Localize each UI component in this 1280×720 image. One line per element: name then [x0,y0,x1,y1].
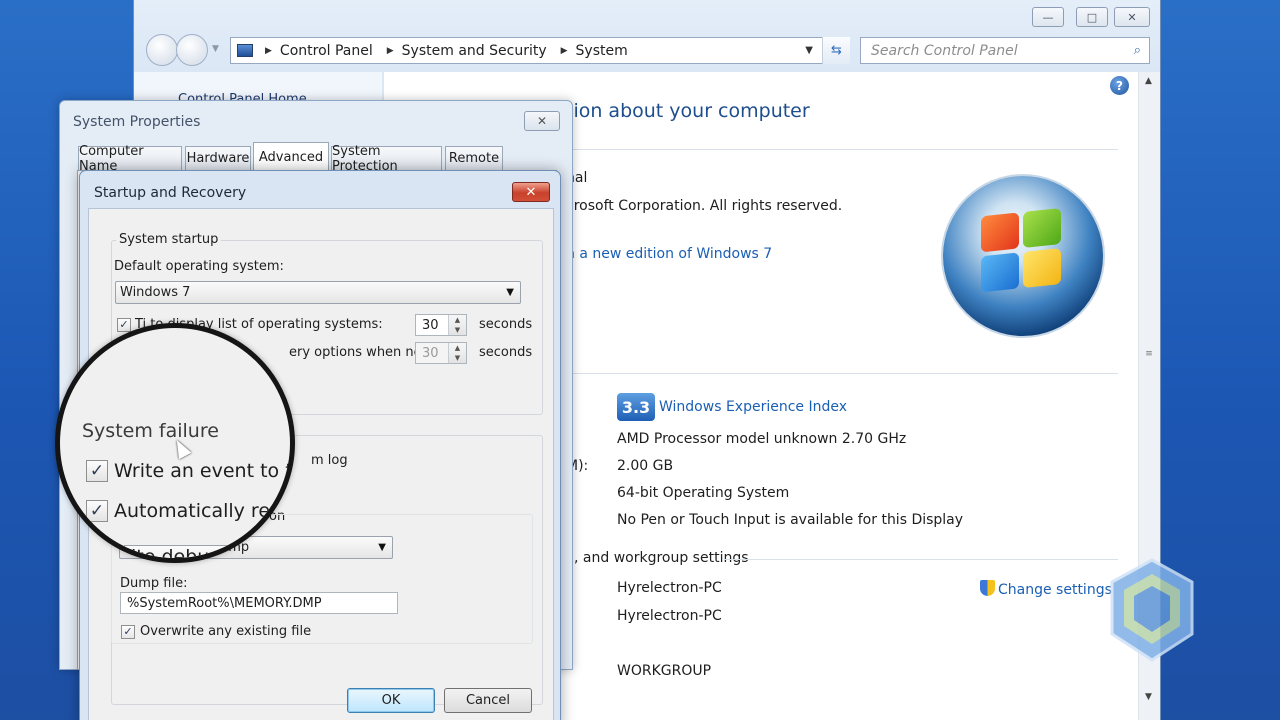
monitor-icon [237,44,253,57]
change-settings-label: Change settings [998,582,1112,598]
breadcrumb-control-panel[interactable]: Control Panel [280,43,373,59]
system-failure-title: System failure [82,420,219,442]
display-list-seconds[interactable]: 30 ▲ ▼ [415,314,467,336]
write-event-checkbox[interactable]: ✓ [86,460,108,482]
tab-remote[interactable]: Remote [445,146,503,170]
tab-advanced[interactable]: Advanced [253,142,329,171]
wei-link[interactable]: Windows Experience Index [659,399,847,415]
address-bar[interactable]: ▶ Control Panel ▶ System and Security ▶ … [230,37,850,64]
default-os-value: Windows 7 [120,285,191,300]
auto-restart-label: Automatically resta [114,500,295,522]
maximize-button[interactable]: □ [1076,7,1108,27]
wei-score-badge[interactable]: 3.3 [617,393,655,421]
forward-button[interactable] [176,34,208,66]
scroll-thumb[interactable]: ≡ [1143,350,1155,359]
close-button[interactable]: ✕ [1114,7,1150,27]
search-input[interactable]: Search Control Panel ⌕ [860,37,1150,64]
dialog-title: System Properties [73,114,201,130]
workgroup-value: WORKGROUP [617,663,712,679]
watermark-logo-icon [1110,558,1194,662]
overwrite-label: Overwrite any existing file [140,624,312,639]
dump-file-input[interactable]: %SystemRoot%\MEMORY.DMP [120,592,398,614]
chevron-down-icon: ▼ [378,542,386,553]
page-heading: tion about your computer [566,100,810,122]
display-list-seconds-value: 30 [422,317,439,333]
upgrade-edition-link[interactable]: h a new edition of Windows 7 [566,246,772,262]
tab-computer-name[interactable]: Computer Name [78,144,182,174]
scroll-down-icon[interactable]: ▼ [1145,692,1152,702]
display-list-checkbox[interactable]: ✓ [117,318,131,332]
spin-updown-icon: ▲ ▼ [448,343,466,363]
breadcrumb-system-and-security[interactable]: System and Security [402,43,547,59]
write-event-label: Write an event to th [114,460,295,482]
computer-name-value: Hyrelectron-PC [617,580,722,596]
seconds-label: seconds [479,317,533,332]
search-placeholder: Search Control Panel [871,42,1018,59]
change-settings-link[interactable]: Change settings [980,580,1112,598]
scroll-up-icon[interactable]: ▲ [1145,76,1152,86]
dump-file-label: Dump file: [120,576,188,591]
breadcrumb-separator[interactable]: ▶ [387,46,394,56]
shield-icon [980,580,995,596]
cancel-button[interactable]: Cancel [444,688,532,713]
breadcrumb-separator[interactable]: ▶ [561,46,568,56]
seconds-label: seconds [479,345,533,360]
breadcrumb-separator[interactable]: ▶ [265,46,272,56]
recent-pages-icon[interactable]: ▼ [212,44,219,54]
tab-hardware[interactable]: Hardware [185,146,251,170]
breadcrumb-system[interactable]: System [576,43,628,59]
back-button[interactable] [146,34,178,66]
dialog-title: Startup and Recovery [94,185,247,201]
help-icon[interactable]: ? [1110,76,1129,95]
close-button[interactable]: ✕ [512,182,550,202]
full-name-value: Hyrelectron-PC [617,608,722,624]
memory-value: 2.00 GB [617,458,674,474]
chevron-down-icon: ▼ [506,287,514,298]
default-os-label: Default operating system: [114,259,284,274]
copyright-text: crosoft Corporation. All rights reserved… [566,198,843,214]
close-button[interactable]: ✕ [524,111,560,131]
recovery-seconds-value: 30 [422,345,439,361]
system-type-value: 64-bit Operating System [617,485,790,501]
address-dropdown-icon[interactable]: ▼ [805,45,813,56]
divider [564,373,1118,374]
spin-updown-icon[interactable]: ▲ ▼ [448,315,466,335]
refresh-icon[interactable]: ⇆ [822,37,850,64]
recovery-seconds: 30 ▲ ▼ [415,342,467,364]
search-icon[interactable]: ⌕ [1134,43,1141,58]
tab-system-protection[interactable]: System Protection [331,144,442,174]
divider [724,559,1118,560]
pen-touch-value: No Pen or Touch Input is available for t… [617,512,964,528]
auto-restart-checkbox[interactable]: ✓ [86,500,108,522]
computer-name-heading: , and workgroup settings [574,550,749,566]
ok-button[interactable]: OK [347,688,435,713]
group-title: System startup [116,232,222,247]
minimize-button[interactable]: — [1032,7,1064,27]
default-os-select[interactable]: Windows 7 ▼ [115,281,521,304]
overwrite-checkbox[interactable]: ✓ [121,625,135,639]
windows-logo-icon [943,176,1103,336]
write-event-label-tail: m log [311,453,348,468]
divider [564,149,1118,150]
processor-value: AMD Processor model unknown 2.70 GHz [617,431,907,447]
